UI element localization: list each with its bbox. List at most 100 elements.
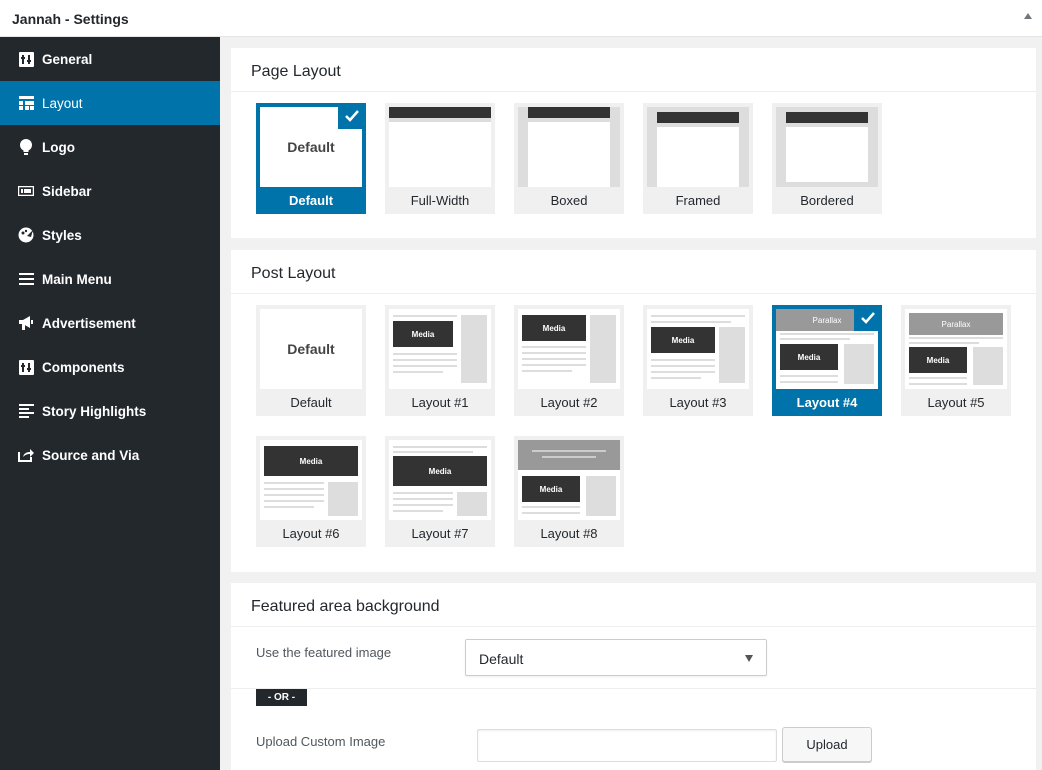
thumb: Default [260, 309, 362, 389]
settings-titlebar: Jannah - Settings [0, 0, 1042, 37]
checkmark-icon [338, 103, 366, 129]
palette-icon [17, 226, 35, 244]
sidebar-item-label: General [42, 51, 93, 67]
page-layout-option-bordered[interactable]: Bordered [772, 103, 882, 214]
chevron-down-icon [745, 655, 753, 662]
media-text: Media [393, 456, 487, 486]
page-layout-panel: Page Layout Default Default Full-Width B… [231, 48, 1036, 238]
lightbulb-icon [17, 138, 35, 156]
option-label: Layout #4 [796, 395, 858, 410]
upload-custom-image-label: Upload Custom Image [256, 734, 386, 749]
thumb: Media [518, 309, 620, 389]
parallax-text: Parallax [909, 313, 1003, 335]
post-layout-panel: Post Layout Default Default Media Layout… [231, 250, 1036, 572]
share-icon [17, 446, 35, 464]
option-label: Layout #6 [282, 526, 340, 541]
menu-icon [17, 270, 35, 288]
media-text: Media [264, 446, 358, 476]
post-layout-option-4[interactable]: Parallax Media Layout #4 [772, 305, 882, 416]
post-layout-option-2[interactable]: Media Layout #2 [514, 305, 624, 416]
page-layout-option-boxed[interactable]: Boxed [514, 103, 624, 214]
thumb: Media [389, 309, 491, 389]
sidebar-item-label: Layout [42, 95, 83, 111]
thumb-banner [518, 440, 620, 470]
media-text: Media [522, 476, 580, 502]
media-text: Media [522, 315, 586, 341]
sidebar-item-label: Components [42, 359, 125, 375]
post-layout-title: Post Layout [231, 250, 1036, 294]
post-layout-option-8[interactable]: Media Layout #8 [514, 436, 624, 547]
option-label: Layout #5 [927, 395, 985, 410]
collapse-arrow-icon[interactable] [1024, 13, 1032, 19]
checkmark-icon [854, 305, 882, 331]
sidebar-item-styles[interactable]: Styles [0, 213, 220, 257]
page-layout-option-framed[interactable]: Framed [643, 103, 753, 214]
media-text: Media [909, 347, 967, 373]
use-featured-image-label: Use the featured image [256, 645, 392, 660]
list-icon [17, 402, 35, 420]
settings-content: Page Layout Default Default Full-Width B… [220, 37, 1042, 770]
sidebar-item-label: Source and Via [42, 447, 140, 463]
sidebar-item-label: Sidebar [42, 183, 92, 199]
post-layout-option-1[interactable]: Media Layout #1 [385, 305, 495, 416]
megaphone-icon [17, 314, 35, 332]
thumb [518, 107, 620, 187]
page-layout-option-default[interactable]: Default Default [256, 103, 366, 214]
sidebar-item-advertisement[interactable]: Advertisement [0, 301, 220, 345]
thumb: Parallax Media [905, 309, 1007, 389]
sidebar-item-source-and-via[interactable]: Source and Via [0, 433, 220, 477]
upload-image-url-input[interactable] [477, 729, 777, 762]
thumb: Media [647, 309, 749, 389]
option-label: Default [288, 193, 334, 208]
components-icon [17, 358, 35, 376]
media-text: Media [651, 327, 715, 353]
thumb [389, 107, 491, 187]
thumb [776, 107, 878, 187]
use-featured-image-select[interactable]: Default [465, 639, 767, 676]
or-separator: - OR - [256, 689, 307, 706]
option-label: Boxed [550, 193, 588, 208]
thumb: Media [389, 440, 491, 520]
sidebar-item-label: Advertisement [42, 315, 136, 331]
select-value: Default [479, 651, 524, 667]
option-label: Full-Width [410, 193, 470, 208]
thumb: Media [260, 440, 362, 520]
media-text: Media [393, 321, 453, 347]
post-layout-option-6[interactable]: Media Layout #6 [256, 436, 366, 547]
settings-sidebar: General Layout Logo Sidebar Styles Main … [0, 37, 220, 770]
option-label: Layout #8 [540, 526, 598, 541]
post-layout-option-7[interactable]: Media Layout #7 [385, 436, 495, 547]
sidebar-item-layout[interactable]: Layout [0, 81, 220, 125]
post-layout-option-5[interactable]: Parallax Media Layout #5 [901, 305, 1011, 416]
sidebar-item-general[interactable]: General [0, 37, 220, 81]
sidebar-icon [17, 182, 35, 200]
option-label: Layout #7 [411, 526, 469, 541]
layout-icon [17, 94, 35, 112]
option-label: Framed [675, 193, 721, 208]
sidebar-item-label: Logo [42, 139, 75, 155]
option-label: Layout #1 [411, 395, 469, 410]
upload-button[interactable]: Upload [782, 727, 872, 762]
option-label: Bordered [800, 193, 854, 208]
sidebar-item-components[interactable]: Components [0, 345, 220, 389]
thumb [647, 107, 749, 187]
option-label: Layout #3 [669, 395, 727, 410]
post-layout-option-default[interactable]: Default Default [256, 305, 366, 416]
sidebar-item-main-menu[interactable]: Main Menu [0, 257, 220, 301]
sidebar-item-logo[interactable]: Logo [0, 125, 220, 169]
sidebar-item-label: Story Highlights [42, 403, 147, 419]
settings-title: Jannah - Settings [12, 11, 129, 27]
media-text: Media [780, 344, 838, 370]
option-label: Layout #2 [540, 395, 598, 410]
sidebar-item-story-highlights[interactable]: Story Highlights [0, 389, 220, 433]
option-label: Default [290, 395, 332, 410]
general-icon [17, 50, 35, 68]
sidebar-item-label: Styles [42, 227, 82, 243]
divider [231, 688, 1036, 689]
page-layout-title: Page Layout [231, 48, 1036, 92]
sidebar-item-label: Main Menu [42, 271, 112, 287]
page-layout-option-full-width[interactable]: Full-Width [385, 103, 495, 214]
post-layout-option-3[interactable]: Media Layout #3 [643, 305, 753, 416]
sidebar-item-sidebar[interactable]: Sidebar [0, 169, 220, 213]
featured-area-title: Featured area background [231, 583, 1036, 627]
